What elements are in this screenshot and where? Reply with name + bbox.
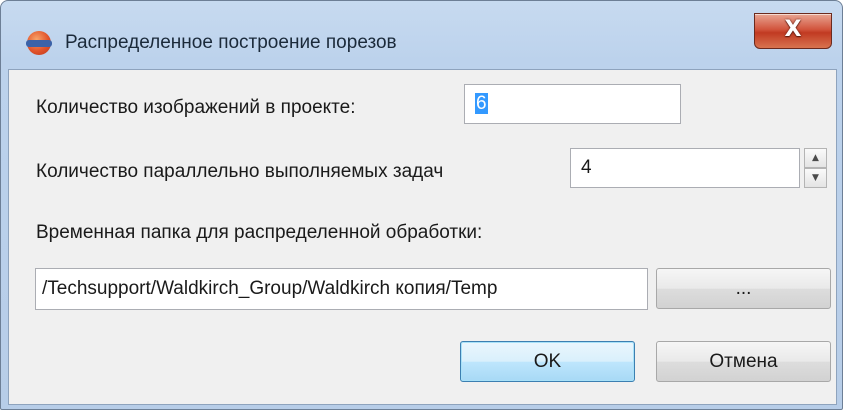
temp-folder-path-value: /Techsupport/Waldkirch_Group/Waldkirch к… (42, 278, 498, 299)
temp-folder-path-field[interactable]: /Techsupport/Waldkirch_Group/Waldkirch к… (35, 268, 648, 310)
parallel-tasks-stepper[interactable]: ▲ ▼ (804, 148, 827, 188)
spin-up-arrow-icon[interactable]: ▲ (804, 148, 827, 168)
title-bar[interactable]: Распределенное построение порезов X (1, 1, 842, 69)
parallel-tasks-spinbox[interactable]: 4 (570, 148, 800, 188)
spin-down-arrow-icon[interactable]: ▼ (804, 168, 827, 188)
close-icon: X (784, 17, 802, 42)
browse-folder-button[interactable]: ... (656, 268, 831, 309)
dialog-window: Распределенное построение порезов X Коли… (0, 0, 843, 410)
images-count-label: Количество изображений в проекте: (36, 97, 356, 118)
images-count-field[interactable]: 6 (464, 84, 681, 124)
app-sphere-icon (26, 31, 52, 55)
parallel-tasks-value: 4 (581, 157, 592, 178)
temp-folder-label: Временная папка для распределенной обраб… (36, 222, 483, 243)
images-count-value: 6 (475, 93, 488, 114)
dialog-body: Количество изображений в проекте: 6 Коли… (8, 69, 837, 405)
cancel-button[interactable]: Отмена (656, 341, 831, 382)
parallel-tasks-label: Количество параллельно выполняемых задач (36, 161, 444, 182)
ok-button[interactable]: OK (460, 341, 635, 382)
close-button[interactable]: X (754, 13, 832, 49)
window-title: Распределенное построение порезов (65, 32, 397, 53)
